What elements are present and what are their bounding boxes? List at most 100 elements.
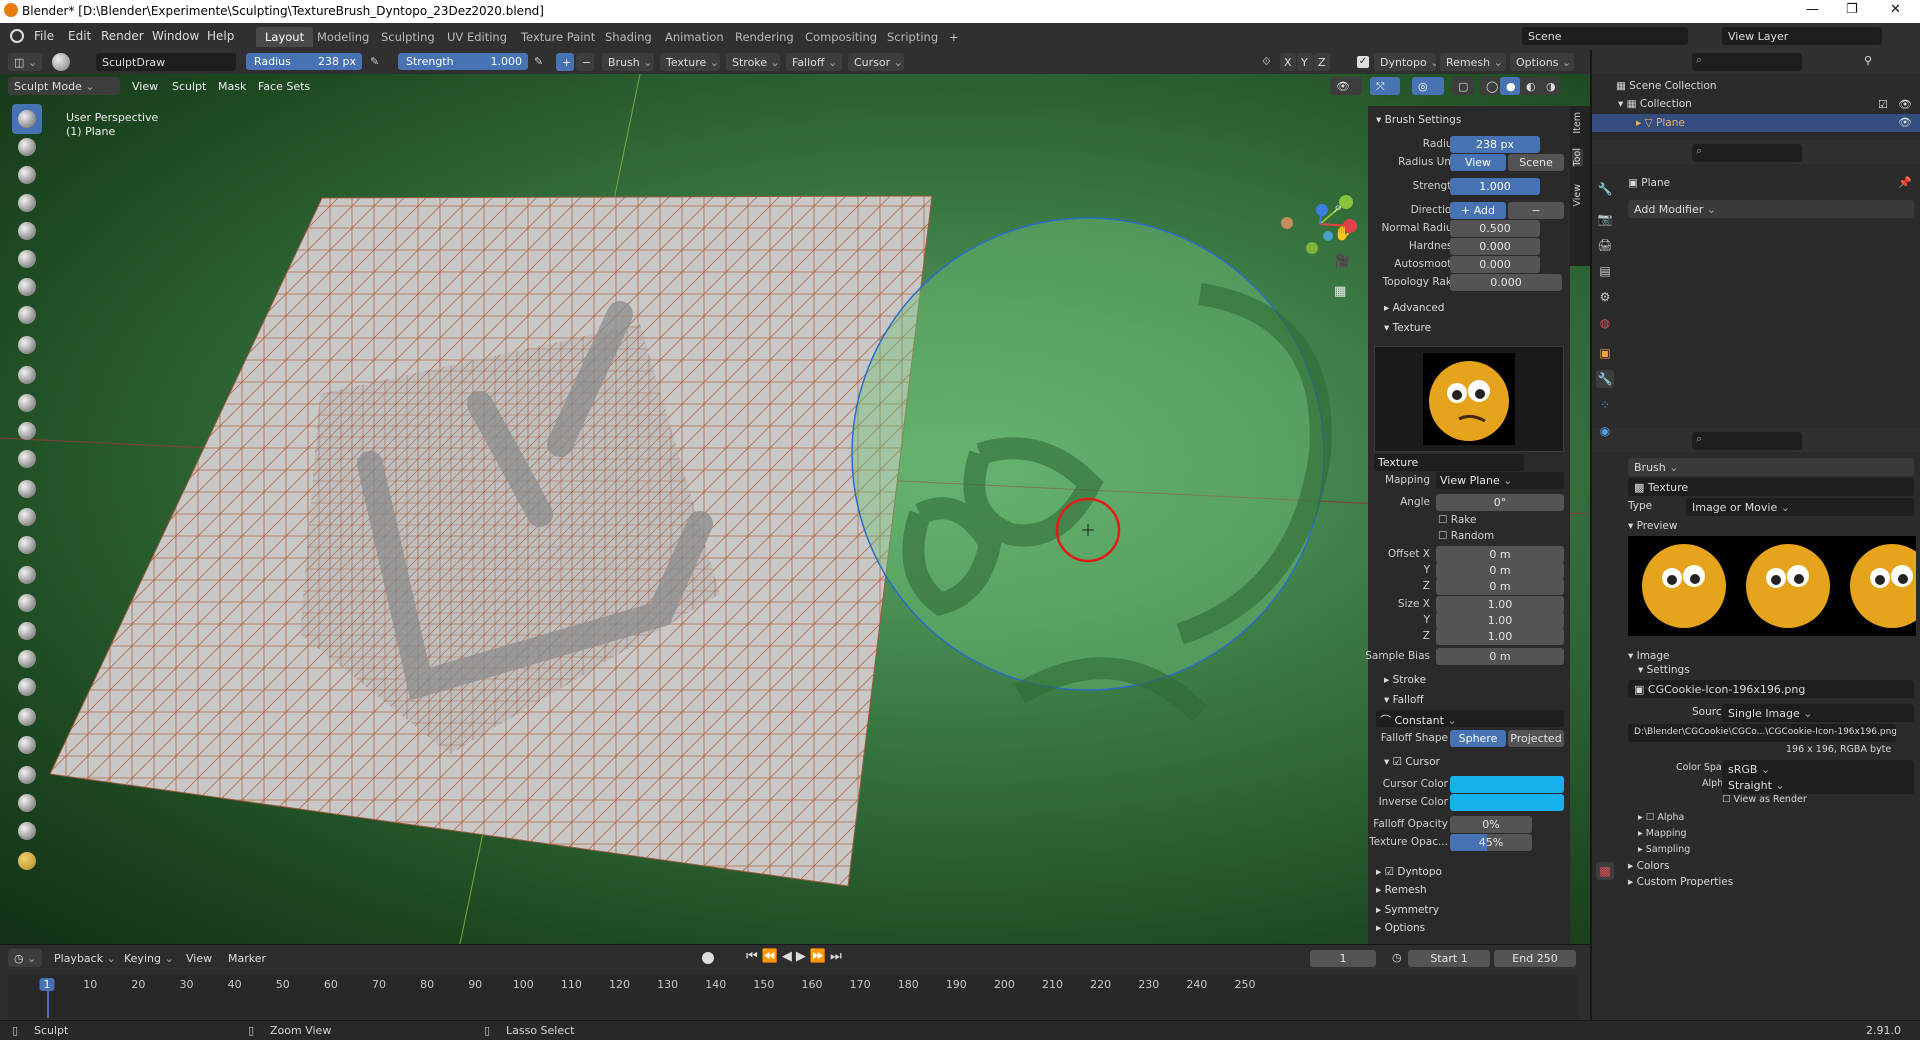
current-frame-field[interactable]: 1	[1310, 950, 1376, 967]
scene-collection-item[interactable]: ▦ Scene Collection	[1616, 80, 1717, 92]
tool-pinch-button[interactable]	[12, 502, 42, 532]
world-tab-icon[interactable]: ◍	[1596, 314, 1614, 332]
tool-draw-sharp-button[interactable]	[12, 132, 42, 162]
menu-view[interactable]: View	[132, 80, 158, 93]
stroke-subpanel[interactable]: ▸ Stroke	[1384, 674, 1426, 686]
options-panel[interactable]: ▸ Options	[1376, 922, 1425, 934]
tab-layout[interactable]: Layout	[256, 27, 314, 47]
symmetry-panel[interactable]: ▸ Symmetry	[1376, 904, 1439, 916]
camera-icon[interactable]: 🎥	[1334, 254, 1350, 269]
tool-pose-button[interactable]	[12, 644, 42, 674]
normal-radius-field[interactable]: 0.500	[1450, 220, 1540, 237]
strength-value-field[interactable]: 1.000	[1450, 178, 1540, 195]
falloff-projected-button[interactable]: Projected	[1508, 730, 1564, 747]
rake-checkbox[interactable]: ☐ Rake	[1438, 514, 1476, 526]
tool-cloth-button[interactable]	[12, 788, 42, 818]
tool-grab-button[interactable]	[12, 530, 42, 560]
texture-name-field[interactable]: Texture	[1374, 454, 1524, 471]
tab-scripting[interactable]: Scripting	[878, 27, 947, 47]
falloff-preset-dropdown[interactable]: ⌒ Constant	[1376, 710, 1564, 727]
topology-rake-field[interactable]: 0.000	[1450, 274, 1562, 291]
brush-settings-header[interactable]: ▾ Brush Settings	[1376, 114, 1461, 126]
autosmooth-field[interactable]: 0.000	[1450, 256, 1540, 273]
texture-tab-icon[interactable]: ▩	[1596, 862, 1614, 880]
end-frame-field[interactable]: End 250	[1494, 950, 1576, 967]
shading-wireframe-button[interactable]: ◯	[1480, 77, 1500, 95]
tool-nudge-button[interactable]	[12, 672, 42, 702]
visibility-toggle[interactable]: 👁	[1330, 77, 1362, 95]
falloff-sphere-button[interactable]: Sphere	[1450, 730, 1506, 747]
collection-checkbox[interactable]: ☑	[1878, 98, 1888, 111]
sample-bias-field[interactable]: 0 m	[1436, 648, 1564, 665]
offset-x-field[interactable]: 0 m	[1436, 546, 1564, 563]
custom-properties-panel[interactable]: ▸ Custom Properties	[1628, 876, 1733, 888]
colors-panel[interactable]: ▸ Colors	[1628, 860, 1670, 872]
tool-tab-icon[interactable]: 🔧	[1596, 180, 1614, 198]
brush-name-field[interactable]: SculptDraw	[96, 53, 236, 71]
keying-menu[interactable]: Keying	[118, 949, 176, 967]
tool-simplify-button[interactable]	[12, 816, 42, 846]
tab-shading[interactable]: Shading	[596, 27, 661, 47]
random-checkbox[interactable]: ☐ Random	[1438, 530, 1494, 542]
remesh-panel[interactable]: ▸ Remesh	[1376, 884, 1427, 896]
tool-clay-strips-button[interactable]	[12, 188, 42, 218]
cursor-subpanel[interactable]: ▾ ☑ Cursor	[1384, 756, 1440, 768]
angle-field[interactable]: 0°	[1436, 494, 1564, 511]
direction-subtract[interactable]: − Subtract	[1508, 202, 1564, 219]
offset-z-field[interactable]: 0 m	[1436, 578, 1564, 595]
tab-texture-paint[interactable]: Texture Paint	[512, 27, 604, 47]
menu-render[interactable]: Render	[101, 29, 144, 43]
size-z-field[interactable]: 1.00	[1436, 628, 1564, 645]
tab-uv-editing[interactable]: UV Editing	[438, 27, 516, 47]
preview-subpanel[interactable]: ▾ Preview	[1628, 520, 1677, 532]
tool-draw-button[interactable]	[12, 104, 42, 134]
gizmo-toggle[interactable]: ⤧	[1370, 77, 1400, 95]
symmetry-x-button[interactable]: X	[1280, 53, 1296, 71]
symmetry-z-button[interactable]: Z	[1314, 53, 1330, 71]
pressure-radius-icon[interactable]: ✎	[370, 55, 379, 68]
tool-rotate-button[interactable]	[12, 702, 42, 732]
direction-subtract-button[interactable]: −	[576, 53, 594, 71]
settings-subpanel[interactable]: ▾ Settings	[1638, 664, 1690, 676]
radius-unit-scene-button[interactable]: Scene	[1508, 154, 1564, 171]
brush-context-dropdown[interactable]: Brush	[1628, 458, 1914, 476]
tool-multiplane-scrape-button[interactable]	[12, 474, 42, 504]
brush-preview-icon[interactable]	[52, 53, 70, 71]
plane-item[interactable]: ▸ ▽ Plane	[1636, 117, 1685, 129]
tool-blob-button[interactable]	[12, 300, 42, 330]
add-workspace-button[interactable]: +	[940, 27, 968, 47]
tool-thumb-button[interactable]	[12, 616, 42, 646]
tool-clay-button[interactable]	[12, 160, 42, 190]
inverse-color-swatch[interactable]	[1450, 794, 1564, 811]
tab-item[interactable]: Item	[1572, 112, 1583, 134]
tool-crease-button[interactable]	[12, 330, 42, 360]
collection-eye-icon[interactable]: 👁	[1898, 98, 1912, 111]
tab-animation[interactable]: Animation	[656, 27, 733, 47]
overlay-toggle[interactable]: ◎	[1412, 77, 1444, 95]
alpha-subpanel[interactable]: ▸ ☐ Alpha	[1638, 812, 1684, 823]
falloff-subpanel[interactable]: ▾ Falloff	[1384, 694, 1424, 706]
shading-solid-button[interactable]: ●	[1500, 77, 1520, 95]
dyntopo-panel[interactable]: ▸ ☑ Dyntopo	[1376, 866, 1442, 878]
menu-edit[interactable]: Edit	[68, 29, 91, 43]
offset-y-field[interactable]: 0 m	[1436, 562, 1564, 579]
xray-toggle[interactable]: ▢	[1452, 77, 1474, 95]
scene-tab-icon[interactable]: ⚙	[1596, 288, 1614, 306]
start-frame-field[interactable]: Start 1	[1408, 950, 1490, 967]
timeline-ruler[interactable]	[8, 975, 1578, 1019]
menu-face-sets[interactable]: Face Sets	[258, 80, 310, 93]
object-tab-icon[interactable]: ▣	[1596, 344, 1614, 362]
texture-type-dropdown[interactable]: Image or Movie	[1686, 498, 1914, 516]
size-x-field[interactable]: 1.00	[1436, 596, 1564, 613]
filter-icon[interactable]: ⚲	[1864, 54, 1872, 67]
zoom-icon[interactable]: ⌕	[1334, 198, 1342, 216]
close-button[interactable]: ✕	[1890, 2, 1901, 17]
tool-elastic-deform-button[interactable]	[12, 560, 42, 590]
menu-mask[interactable]: Mask	[218, 80, 246, 93]
add-modifier-button[interactable]: Add Modifier	[1628, 200, 1914, 218]
shading-rendered-button[interactable]: ◑	[1540, 77, 1560, 95]
radius-value-field[interactable]: 238 px	[1450, 136, 1540, 153]
editor-type-button[interactable]: ◫	[8, 53, 42, 71]
tool-layer-button[interactable]	[12, 244, 42, 274]
tab-compositing[interactable]: Compositing	[796, 27, 886, 47]
